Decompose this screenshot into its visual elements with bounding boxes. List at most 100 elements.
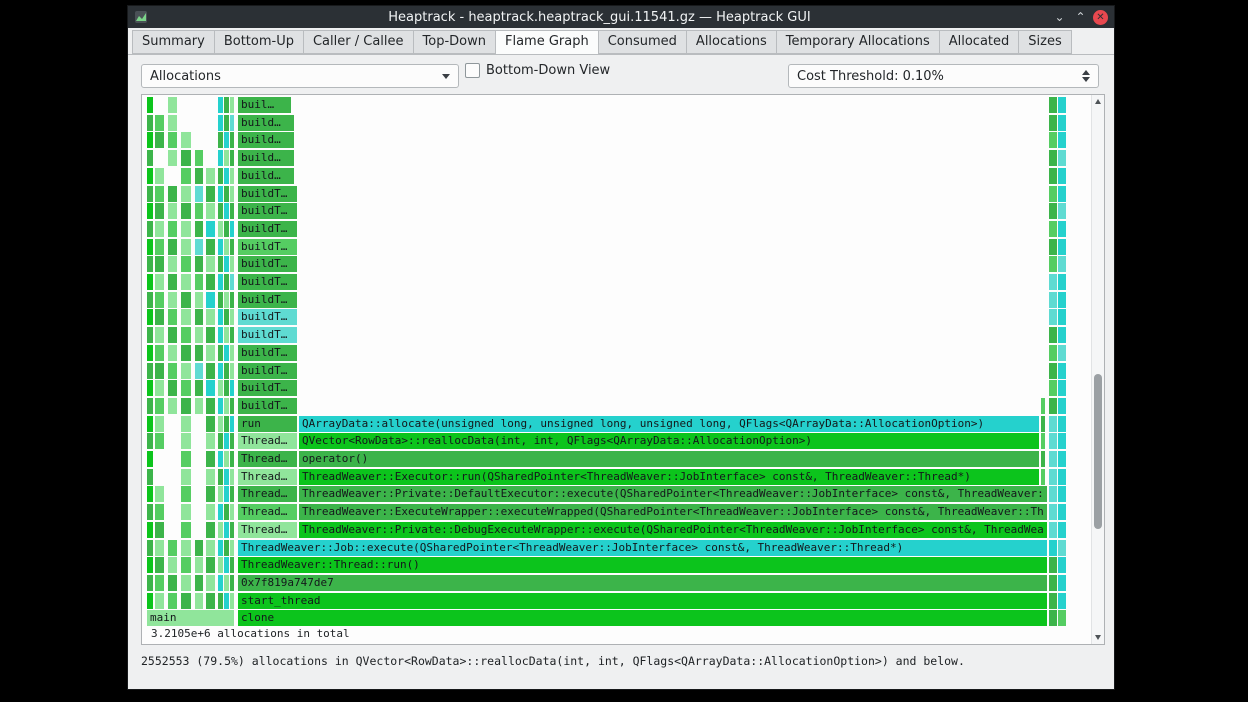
flame-bar-fragment[interactable]	[1058, 486, 1066, 503]
flame-bar-fragment[interactable]	[218, 238, 223, 255]
flame-bar-fragment[interactable]	[1049, 203, 1057, 220]
flame-bar-fragment[interactable]	[1049, 468, 1057, 485]
bottom-down-view-checkbox[interactable]: Bottom-Down View	[465, 58, 610, 82]
flame-bar-fragment[interactable]	[181, 327, 191, 344]
flame-bar-fragment[interactable]	[181, 344, 191, 361]
flame-bar-fragment[interactable]	[1049, 574, 1057, 591]
flame-bar-fragment[interactable]	[147, 539, 153, 556]
flame-bar-fragment[interactable]	[195, 380, 203, 397]
tab-sizes[interactable]: Sizes	[1018, 30, 1072, 54]
flame-bar-fragment[interactable]	[1058, 167, 1066, 184]
flame-bar-fragment[interactable]	[224, 291, 229, 308]
flame-bar-fragment[interactable]	[181, 539, 191, 556]
flame-bar-fragment[interactable]	[147, 468, 153, 485]
flame-bar-fragment[interactable]	[230, 592, 234, 609]
flame-bar-fragment[interactable]	[147, 114, 153, 131]
flame-bar-fragment[interactable]	[206, 574, 215, 591]
flame-bar-fragment[interactable]	[230, 557, 234, 574]
flame-bar-fragment[interactable]	[206, 362, 215, 379]
flame-bar-fragment[interactable]	[155, 327, 164, 344]
flame-bar-fragment[interactable]	[230, 220, 234, 237]
titlebar[interactable]: Heaptrack - heaptrack.heaptrack_gui.1154…	[128, 6, 1114, 28]
flame-bar-fragment[interactable]	[181, 185, 191, 202]
flame-bar-fragment[interactable]	[224, 451, 229, 467]
flame-bar-fragment[interactable]	[224, 309, 229, 326]
flame-bar-fragment[interactable]	[230, 574, 234, 591]
close-button[interactable]: ✕	[1093, 9, 1108, 25]
flame-bar-fragment[interactable]	[181, 132, 191, 149]
flame-bar-fragment[interactable]	[230, 433, 234, 450]
flame-bar-fragment[interactable]	[147, 256, 153, 273]
flame-bar-fragment[interactable]	[224, 238, 229, 255]
flame-bar-fragment[interactable]	[147, 362, 153, 379]
flame-bar-fragment[interactable]	[230, 539, 234, 556]
flame-bar-fragment[interactable]	[195, 344, 203, 361]
flame-bar-fragment[interactable]	[224, 574, 229, 591]
flame-bar-fragment[interactable]	[1049, 539, 1057, 556]
flame-bar-fragment[interactable]	[1058, 468, 1066, 485]
flame-bar-fragment[interactable]	[181, 220, 191, 237]
flame-bar-fragment[interactable]	[155, 504, 164, 521]
flame-bar-fragment[interactable]	[218, 97, 223, 113]
flame-bar[interactable]: Thread…	[238, 451, 297, 467]
flame-bar-fragment[interactable]	[1058, 238, 1066, 255]
flame-bar-fragment[interactable]	[218, 592, 223, 609]
flame-bar-fragment[interactable]	[224, 203, 229, 220]
flame-bar-fragment[interactable]	[1041, 451, 1045, 467]
flame-bar-fragment[interactable]	[195, 167, 203, 184]
tab-summary[interactable]: Summary	[132, 30, 215, 54]
flame-bar-fragment[interactable]	[1041, 433, 1045, 450]
flame-bar-fragment[interactable]	[230, 97, 234, 113]
flame-bar-fragment[interactable]	[168, 327, 177, 344]
flame-bar-fragment[interactable]	[147, 274, 153, 290]
flame-bar-fragment[interactable]	[147, 574, 153, 591]
flame-bar-fragment[interactable]	[230, 397, 234, 414]
flame-bar-fragment[interactable]	[218, 114, 223, 131]
flame-bar-fragment[interactable]	[1049, 185, 1057, 202]
flame-bar-fragment[interactable]	[181, 415, 191, 432]
flame-bar-fragment[interactable]	[206, 238, 215, 255]
flame-bar-fragment[interactable]	[147, 415, 153, 432]
tab-caller-callee[interactable]: Caller / Callee	[302, 30, 414, 54]
flame-bar-fragment[interactable]	[206, 203, 215, 220]
flame-bar-fragment[interactable]	[155, 238, 164, 255]
flame-bar[interactable]: main	[147, 610, 234, 627]
flame-bar-fragment[interactable]	[206, 539, 215, 556]
flame-bar-fragment[interactable]	[155, 132, 164, 149]
flame-bar-fragment[interactable]	[224, 344, 229, 361]
flame-bar-fragment[interactable]	[218, 504, 223, 521]
spin-arrows-icon[interactable]	[1082, 70, 1090, 82]
flame-bar-fragment[interactable]	[1049, 97, 1057, 113]
flame-bar-fragment[interactable]	[206, 433, 215, 450]
cost-threshold-spinbox[interactable]: Cost Threshold: 0.10%	[788, 64, 1099, 88]
flame-bar-fragment[interactable]	[147, 433, 153, 450]
flame-bar-fragment[interactable]	[1058, 397, 1066, 414]
flame-bar-fragment[interactable]	[230, 468, 234, 485]
flame-bar-fragment[interactable]	[168, 220, 177, 237]
flame-bar-fragment[interactable]	[181, 557, 191, 574]
flame-bar-fragment[interactable]	[155, 114, 164, 131]
flame-bar[interactable]: ThreadWeaver::ExecuteWrapper::executeWra…	[299, 504, 1047, 521]
flame-bar-fragment[interactable]	[155, 486, 164, 503]
flame-bar-fragment[interactable]	[230, 415, 234, 432]
flame-bar-fragment[interactable]	[195, 220, 203, 237]
flame-bar-fragment[interactable]	[230, 451, 234, 467]
flame-bar-fragment[interactable]	[195, 539, 203, 556]
flame-bar-fragment[interactable]	[218, 220, 223, 237]
flame-bar-fragment[interactable]	[224, 114, 229, 131]
flame-bar-fragment[interactable]	[206, 309, 215, 326]
flame-bar[interactable]: buildT…	[238, 344, 297, 361]
flame-bar-fragment[interactable]	[1058, 203, 1066, 220]
flame-bar-fragment[interactable]	[224, 150, 229, 167]
flame-bar-fragment[interactable]	[155, 415, 164, 432]
flame-bar-fragment[interactable]	[1058, 274, 1066, 290]
flame-bar-fragment[interactable]	[218, 486, 223, 503]
flame-bar-fragment[interactable]	[155, 220, 164, 237]
flame-bar-fragment[interactable]	[218, 557, 223, 574]
flame-bar-fragment[interactable]	[168, 380, 177, 397]
flame-bar-fragment[interactable]	[230, 504, 234, 521]
flame-bar-fragment[interactable]	[1049, 309, 1057, 326]
scrollbar-thumb[interactable]	[1094, 374, 1102, 529]
flame-bar-fragment[interactable]	[168, 539, 177, 556]
flame-bar-fragment[interactable]	[155, 274, 164, 290]
